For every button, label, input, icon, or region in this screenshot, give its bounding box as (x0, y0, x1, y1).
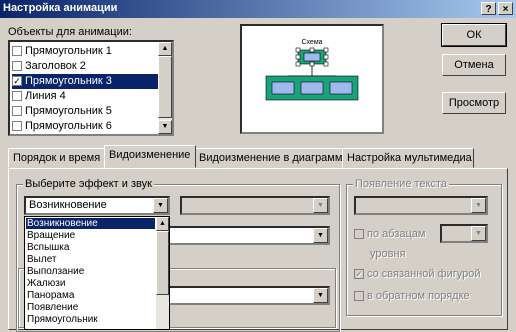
objects-label: Объекты для анимации: (8, 26, 132, 38)
tab-chart-effects[interactable]: Видоизменение в диаграмме (194, 148, 349, 168)
object-label: Прямоугольник 5 (25, 105, 112, 117)
effect-combo-value: Возникновение (29, 199, 107, 211)
cancel-button[interactable]: Отмена (442, 54, 506, 76)
reverse-order-label: в обратном порядке (367, 290, 470, 302)
object-list-item[interactable]: Прямоугольник 5 (12, 104, 158, 119)
tab-order-timing[interactable]: Порядок и время (8, 148, 106, 168)
object-label: Заголовок 2 (25, 60, 86, 72)
dropdown-option[interactable]: Вылет (26, 254, 155, 265)
text-intro-combo: ▼ (354, 196, 488, 215)
level-combo: ▼ (440, 224, 488, 243)
effect-group-title: Выберите эффект и звук (23, 178, 154, 190)
dropdown-option[interactable]: Прямоугольник (26, 314, 155, 325)
dropdown-option[interactable]: Панорама (26, 290, 155, 301)
sound-combo[interactable]: ▼ (166, 226, 330, 245)
chevron-down-icon: ▼ (471, 226, 486, 241)
scroll-up-icon[interactable]: ▲ (156, 217, 169, 231)
dropdown-scrollbar[interactable]: ▲ (156, 217, 169, 329)
chevron-down-icon[interactable]: ▼ (313, 228, 328, 243)
help-button[interactable]: ? (481, 2, 496, 15)
window-title: Настройка анимации (3, 2, 118, 14)
object-checkbox[interactable] (12, 121, 22, 132)
diagram-preview: Схема (265, 39, 359, 101)
reverse-order-checkbox (354, 291, 364, 302)
object-label: Прямоугольник 1 (25, 45, 112, 57)
object-checkbox[interactable] (12, 106, 22, 117)
object-checkbox[interactable] (12, 91, 22, 102)
chevron-down-icon: ▼ (313, 198, 328, 213)
dropdown-option[interactable]: Жалюзи (26, 278, 155, 289)
object-checkbox[interactable]: ✓ (12, 76, 22, 87)
ok-button[interactable]: ОК (441, 23, 507, 47)
tab-effects[interactable]: Видоизменение (104, 145, 196, 168)
objects-scrollbar[interactable]: ▲ ▼ (158, 42, 172, 134)
after-animation-combo[interactable]: ▼ (166, 286, 330, 305)
by-paragraph-option: по абзацам (354, 228, 425, 240)
direction-combo: ▼ (180, 196, 330, 215)
scroll-thumb[interactable] (158, 56, 172, 118)
dropdown-option[interactable]: Выползание (26, 266, 155, 277)
dropdown-option[interactable]: Возникновение (26, 218, 155, 229)
effect-dropdown-list[interactable]: Возникновение Вращение Вспышка Вылет Выполза… (24, 216, 170, 330)
title-bar: Настройка анимации ? × (0, 0, 516, 18)
scroll-thumb[interactable] (156, 231, 169, 295)
effect-combo[interactable]: Возникновение ▼ (24, 196, 170, 215)
object-list-item[interactable]: Линия 4 (12, 89, 158, 104)
objects-listbox[interactable]: Прямоугольник 1 Заголовок 2 ✓ Прямоугольник… (8, 40, 174, 136)
slide-preview: Схема (240, 24, 384, 134)
object-list-item[interactable]: ✓ Прямоугольник 3 (12, 74, 158, 89)
preview-button[interactable]: Просмотр (442, 92, 506, 114)
reverse-order-option: в обратном порядке (354, 290, 470, 302)
with-shape-checkbox: ✓ (354, 269, 364, 280)
object-checkbox[interactable] (12, 61, 22, 72)
by-paragraph-checkbox (354, 229, 364, 240)
object-label: Прямоугольник 6 (25, 120, 112, 132)
scroll-up-icon[interactable]: ▲ (158, 42, 172, 56)
object-list-item[interactable]: Заголовок 2 (12, 59, 158, 74)
preview-caption: Схема (301, 39, 322, 46)
text-group-title: Появление текста (353, 178, 450, 190)
dropdown-option[interactable]: Появление (26, 302, 155, 313)
dropdown-option[interactable]: Вращение (26, 230, 155, 241)
level-label: уровня (370, 248, 406, 260)
chevron-down-icon[interactable]: ▼ (313, 288, 328, 303)
by-paragraph-label: по абзацам (367, 228, 426, 240)
with-shape-label: со связанной фигурой (367, 268, 481, 280)
dropdown-option[interactable]: Вспышка (26, 242, 155, 253)
object-list-item[interactable]: Прямоугольник 1 (12, 44, 158, 59)
tab-multimedia[interactable]: Настройка мультимедиа (342, 148, 474, 168)
object-label: Прямоугольник 3 (25, 75, 112, 87)
chevron-down-icon: ▼ (471, 198, 486, 213)
chevron-down-icon[interactable]: ▼ (153, 198, 168, 213)
object-list-item[interactable]: Прямоугольник 6 (12, 119, 158, 134)
object-checkbox[interactable] (12, 46, 22, 57)
object-label: Линия 4 (25, 90, 66, 102)
scroll-down-icon[interactable]: ▼ (158, 120, 172, 134)
close-button[interactable]: × (498, 2, 513, 15)
with-shape-option: ✓ со связанной фигурой (354, 268, 481, 280)
